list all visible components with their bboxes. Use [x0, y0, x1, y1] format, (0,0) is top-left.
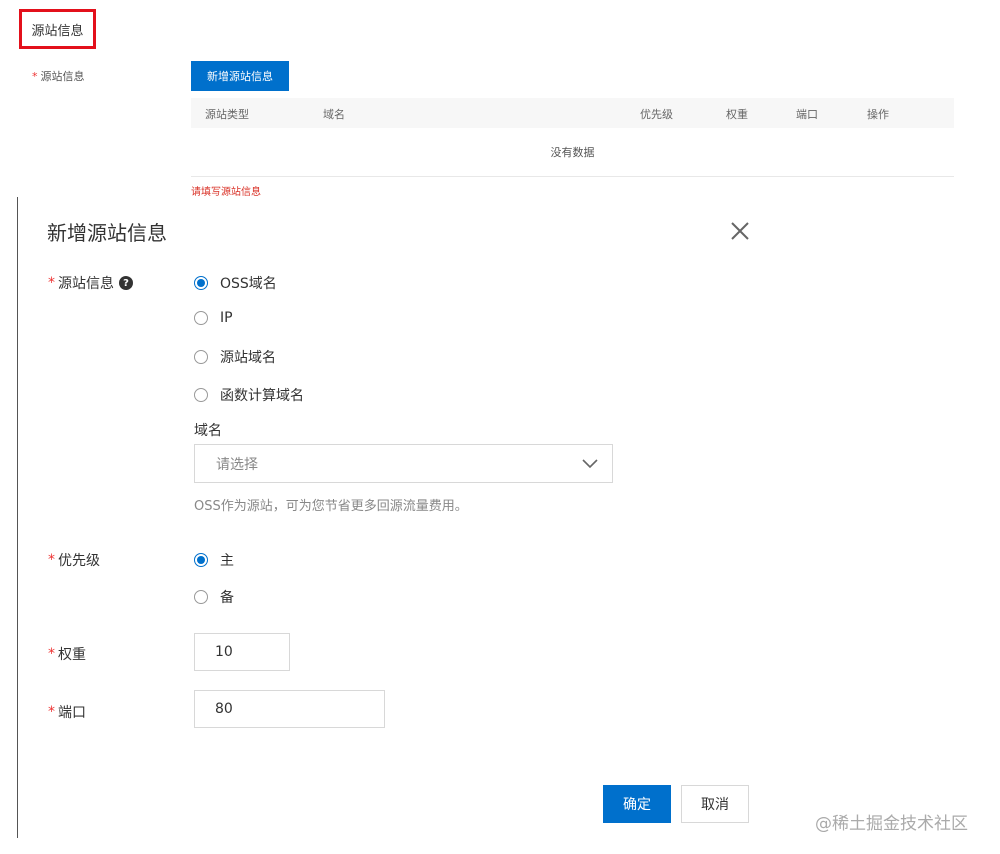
watermark: @稀土掘金技术社区: [815, 814, 968, 834]
radio-origin-domain[interactable]: 源站域名: [194, 347, 276, 367]
column-header: 优先级: [640, 108, 673, 121]
domain-select[interactable]: 请选择: [194, 444, 613, 483]
cancel-button[interactable]: 取消: [681, 785, 749, 823]
radio-ip[interactable]: IP: [194, 310, 233, 326]
priority-label: * 优先级: [48, 552, 100, 569]
table-empty-state: 没有数据: [191, 128, 954, 177]
oss-hint-text: OSS作为源站，可为您节省更多回源流量费用。: [194, 499, 468, 514]
port-label: * 端口: [48, 704, 86, 721]
table-header: 源站类型 域名 优先级 权重 端口 操作: [191, 98, 954, 128]
origin-table: 源站类型 域名 优先级 权重 端口 操作 没有数据: [191, 98, 954, 177]
help-icon[interactable]: ?: [119, 276, 133, 290]
radio-unchecked-icon: [194, 388, 208, 402]
origin-info-label: * 源站信息 ?: [48, 273, 133, 293]
confirm-button[interactable]: 确定: [603, 785, 671, 823]
radio-function-compute-domain[interactable]: 函数计算域名: [194, 385, 304, 405]
column-header: 域名: [323, 108, 345, 121]
column-header: 源站类型: [205, 108, 249, 121]
weight-label: * 权重: [48, 646, 86, 663]
section-title-highlight: 源站信息: [19, 9, 96, 49]
radio-priority-backup[interactable]: 备: [194, 587, 234, 607]
column-header: 端口: [796, 108, 818, 121]
radio-oss-domain[interactable]: OSS域名: [194, 273, 277, 293]
radio-checked-icon: [194, 276, 208, 290]
section-title: 源站信息: [31, 23, 84, 39]
radio-unchecked-icon: [194, 590, 208, 604]
required-mark: *: [32, 70, 38, 83]
radio-priority-primary[interactable]: 主: [194, 550, 234, 570]
port-input[interactable]: [194, 690, 385, 728]
add-origin-button[interactable]: 新增源站信息: [191, 61, 289, 91]
chevron-down-icon: [582, 458, 598, 468]
modal-title: 新增源站信息: [47, 221, 167, 245]
radio-checked-icon: [194, 553, 208, 567]
radio-unchecked-icon: [194, 311, 208, 325]
close-icon[interactable]: [727, 218, 753, 244]
column-header: 权重: [726, 108, 748, 121]
origin-error-message: 请填写源站信息: [191, 187, 261, 198]
weight-input[interactable]: [194, 633, 290, 671]
domain-select-placeholder: 请选择: [216, 456, 258, 473]
modal-left-border: [17, 197, 18, 838]
column-header: 操作: [867, 108, 889, 121]
domain-label: 域名: [194, 423, 222, 439]
origin-field-label: * 源站信息: [32, 70, 85, 83]
radio-unchecked-icon: [194, 350, 208, 364]
